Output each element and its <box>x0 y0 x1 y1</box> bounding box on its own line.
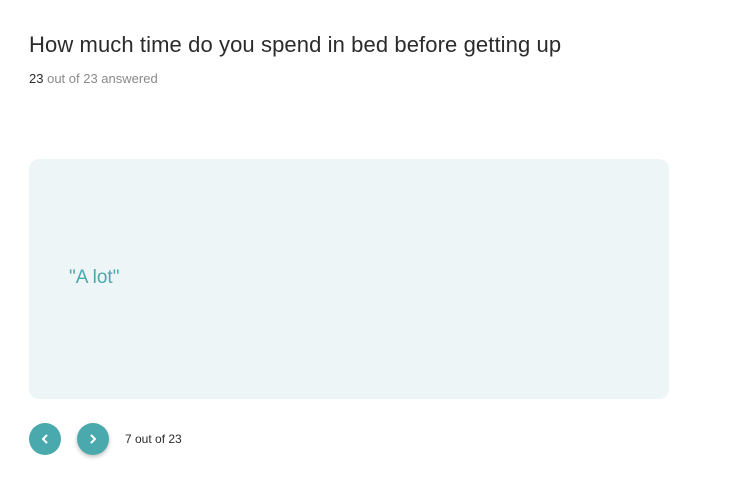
survey-response-page: How much time do you spend in bed before… <box>0 0 732 477</box>
question-title: How much time do you spend in bed before… <box>29 32 562 57</box>
response-card: "A lot" <box>29 159 669 399</box>
answered-summary: 23 out of 23 answered <box>29 71 158 86</box>
chevron-right-icon <box>88 434 98 444</box>
previous-response-button[interactable] <box>29 423 61 455</box>
next-response-button[interactable] <box>77 423 109 455</box>
answered-suffix: out of 23 answered <box>47 71 158 86</box>
chevron-left-icon <box>40 434 50 444</box>
response-position: 7 out of 23 <box>125 432 182 446</box>
answered-count: 23 <box>29 71 44 86</box>
response-text: "A lot" <box>69 267 120 288</box>
